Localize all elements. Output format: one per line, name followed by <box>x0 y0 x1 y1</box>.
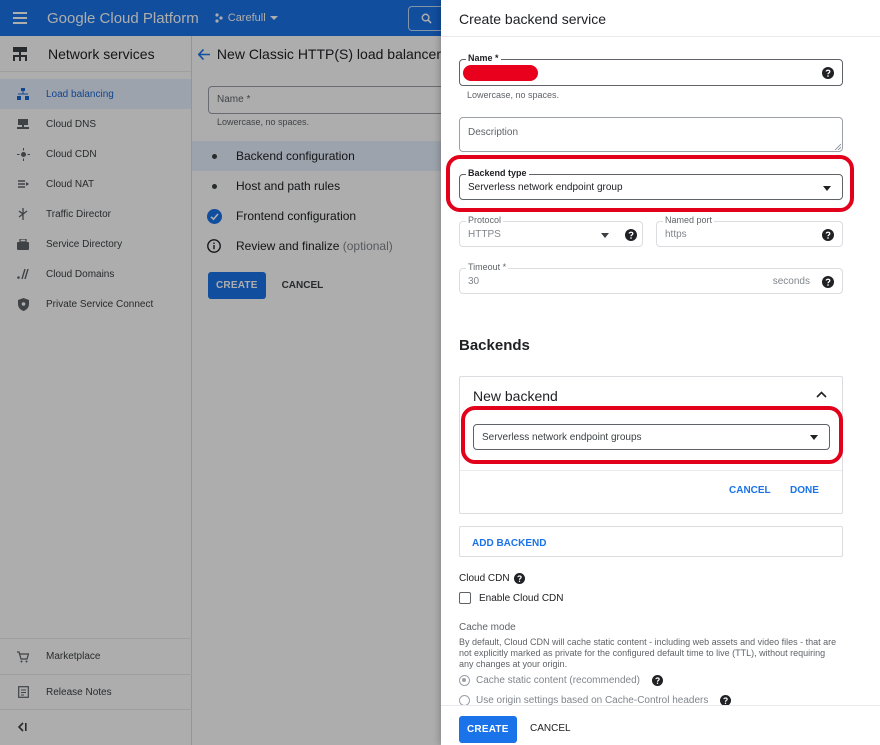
create-backend-button[interactable]: CREATE <box>459 716 517 743</box>
help-icon[interactable] <box>651 675 663 686</box>
annotation-ring-new-backend <box>461 406 843 464</box>
annotation-ring-backend-type <box>446 155 854 212</box>
panel-footer: CREATE CANCEL <box>441 705 880 745</box>
cache-option-static[interactable]: Cache static content (recommended) <box>459 675 663 686</box>
cache-mode-label: Cache mode <box>459 622 516 633</box>
enable-cdn-label: Enable Cloud CDN <box>479 592 564 604</box>
backend-name-hint: Lowercase, no spaces. <box>467 90 560 100</box>
field-label: Protocol <box>466 215 504 225</box>
divider <box>460 470 842 471</box>
timeout-unit: seconds <box>772 276 810 287</box>
timeout-value: 30 <box>468 276 480 287</box>
create-backend-service-panel: Create backend service Name * Lowercase,… <box>441 0 880 745</box>
help-icon[interactable] <box>822 67 834 79</box>
enable-cdn-row[interactable]: Enable Cloud CDN <box>459 592 564 604</box>
backend-cancel-button[interactable]: CANCEL <box>729 485 771 496</box>
dropdown-caret-icon <box>601 233 609 238</box>
field-label: Name * <box>466 53 501 63</box>
help-icon[interactable] <box>822 276 834 288</box>
named-port-field[interactable]: Named port https <box>656 215 843 247</box>
help-icon[interactable] <box>625 229 637 241</box>
backend-done-button[interactable]: DONE <box>790 485 819 496</box>
divider <box>441 36 880 37</box>
backends-heading: Backends <box>459 337 530 354</box>
radio-button[interactable] <box>459 675 470 686</box>
new-backend-title: New backend <box>473 388 558 404</box>
add-backend-card[interactable]: ADD BACKEND <box>459 526 843 557</box>
radio-label: Cache static content (recommended) <box>476 675 640 686</box>
cache-mode-description: By default, Cloud CDN will cache static … <box>459 637 837 669</box>
enable-cdn-checkbox[interactable] <box>459 592 471 604</box>
cloud-cdn-heading: Cloud CDN <box>459 573 525 584</box>
description-textarea[interactable]: Description <box>459 117 843 152</box>
protocol-select[interactable]: Protocol HTTPS <box>459 215 643 247</box>
field-label: Timeout * <box>466 262 509 272</box>
help-icon[interactable] <box>513 573 525 584</box>
protocol-value: HTTPS <box>468 229 501 240</box>
modal-scrim[interactable] <box>0 0 441 745</box>
cancel-backend-button[interactable]: CANCEL <box>530 723 571 734</box>
resize-handle-icon <box>834 143 841 150</box>
help-icon[interactable] <box>822 229 834 241</box>
named-port-value: https <box>665 229 687 240</box>
cloud-cdn-label: Cloud CDN <box>459 573 510 584</box>
redaction-scribble <box>463 65 538 81</box>
field-label: Named port <box>663 215 715 225</box>
description-placeholder: Description <box>468 127 519 138</box>
timeout-field[interactable]: Timeout * 30 seconds <box>459 262 843 294</box>
panel-title: Create backend service <box>459 11 607 27</box>
chevron-up-icon[interactable] <box>816 391 827 398</box>
add-backend-button[interactable]: ADD BACKEND <box>472 538 546 549</box>
